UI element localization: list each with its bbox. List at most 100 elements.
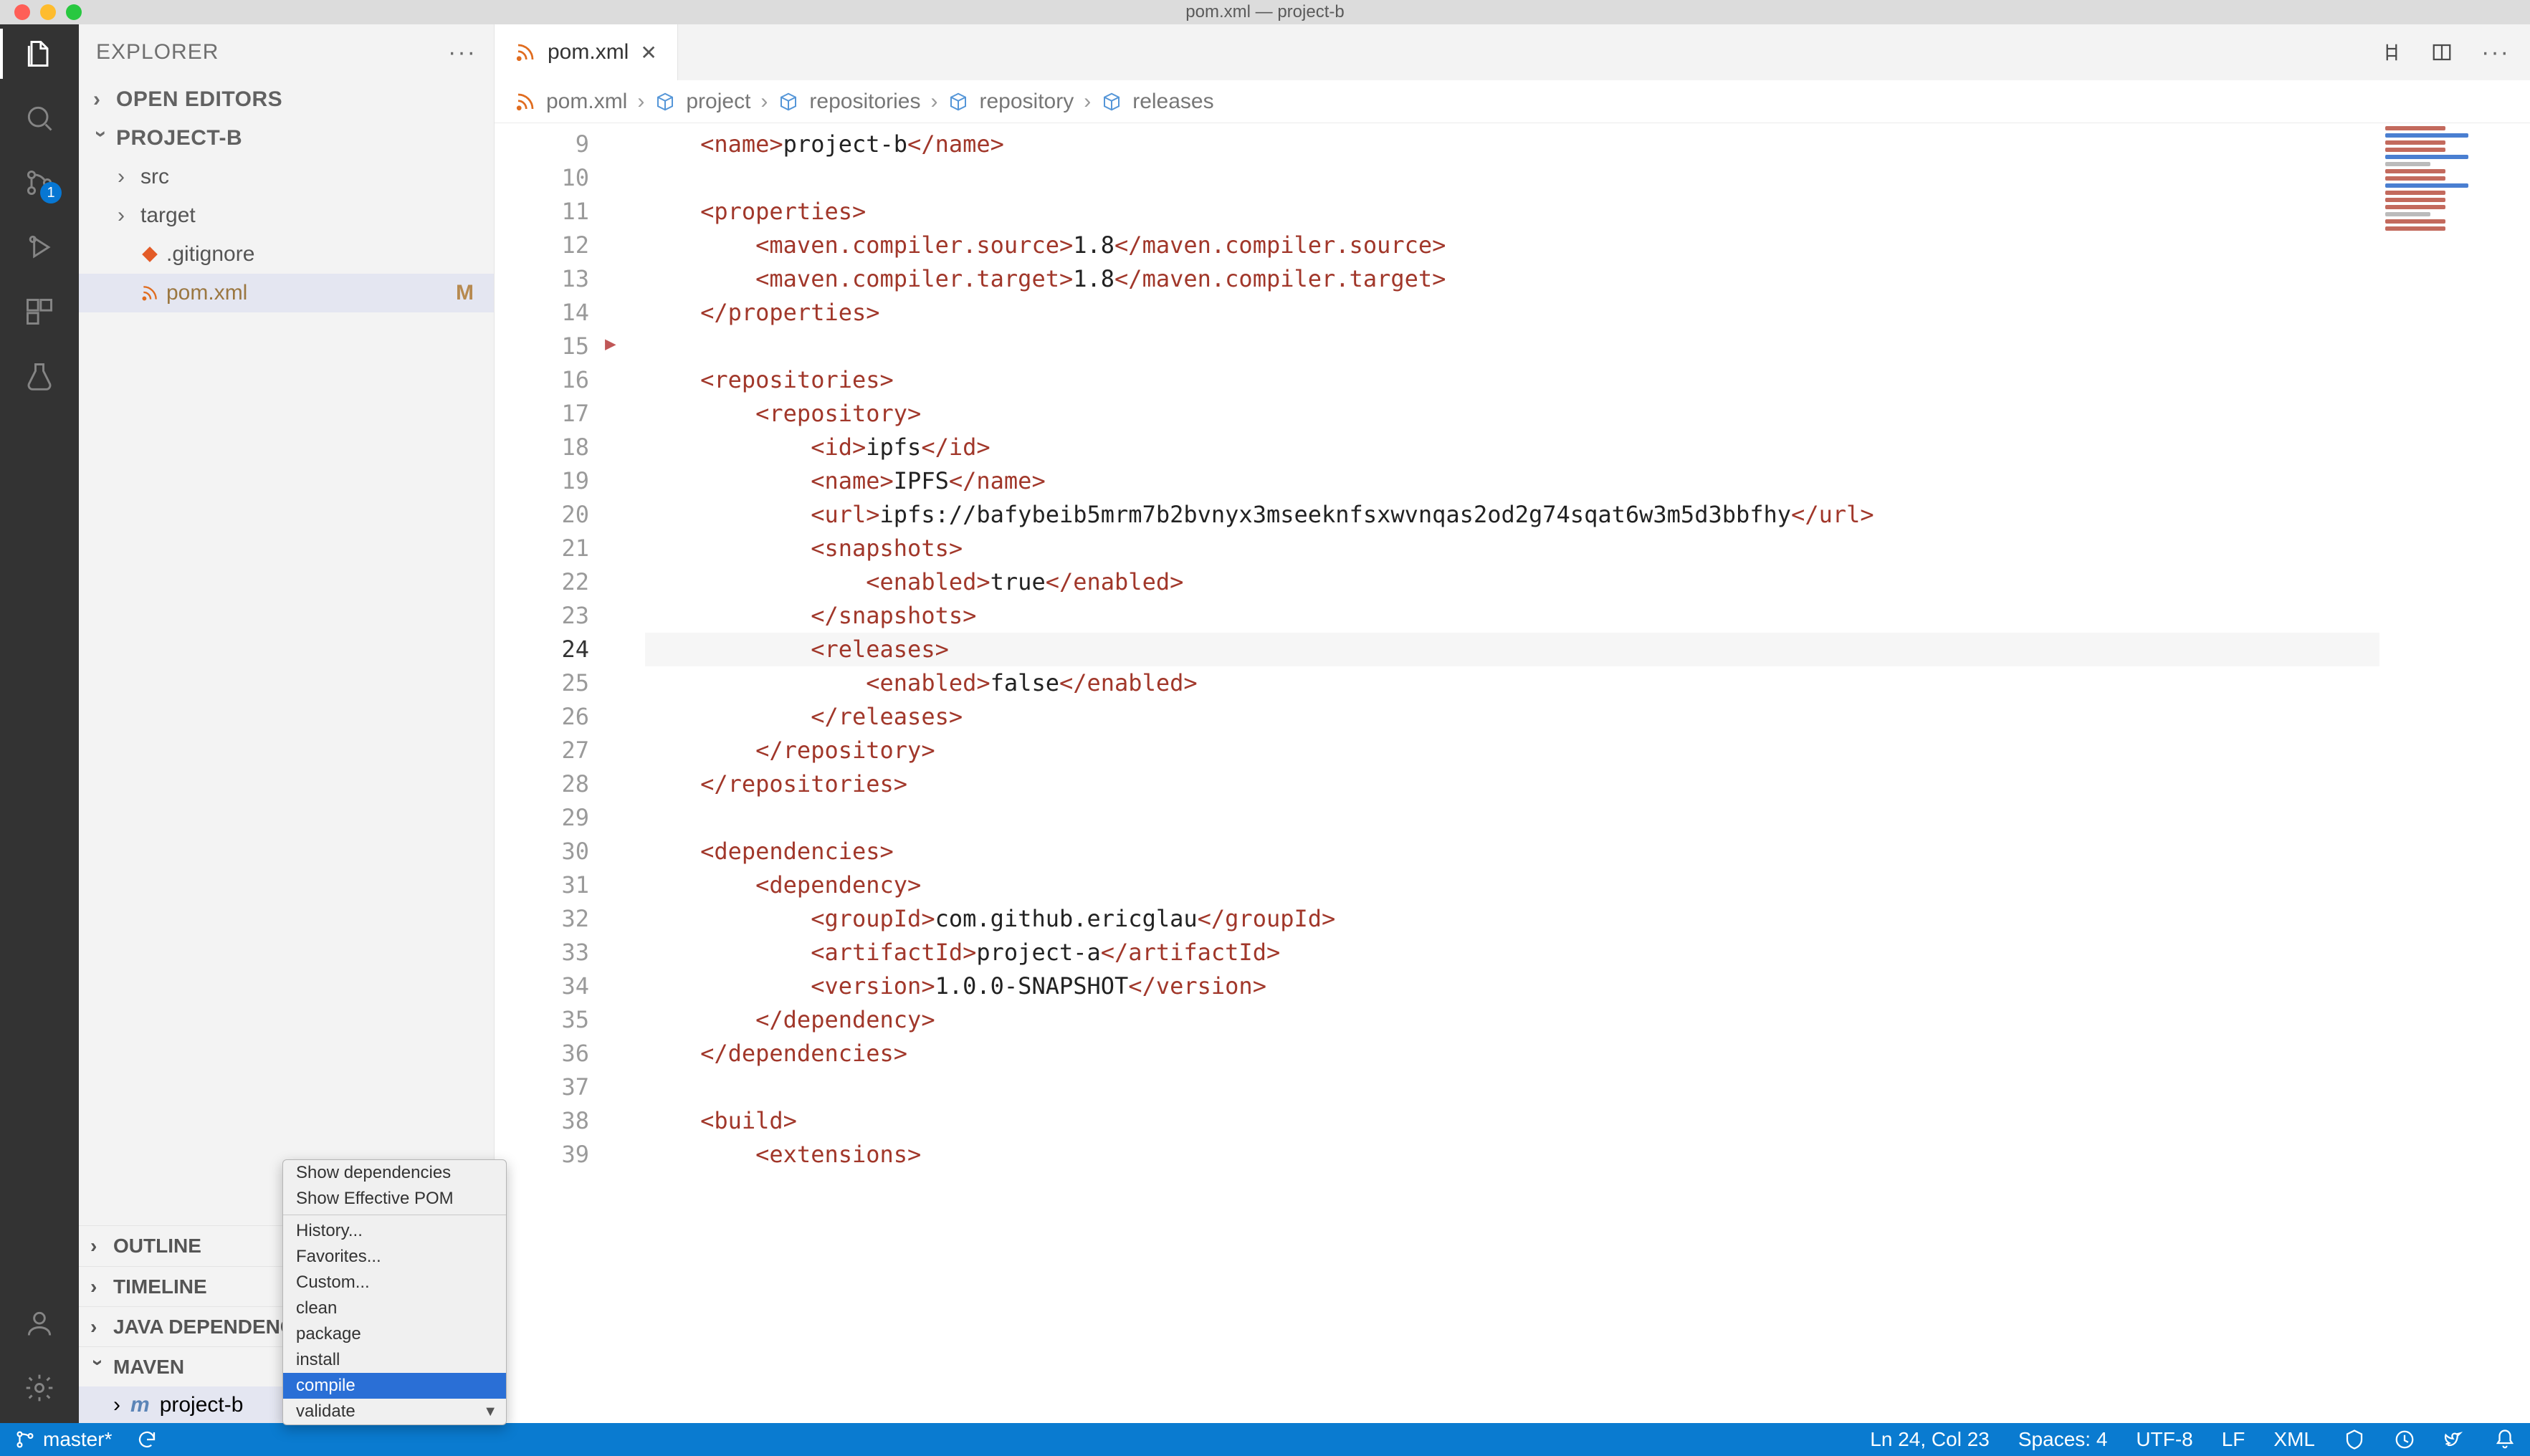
ctx-validate[interactable]: validate: [283, 1399, 506, 1424]
status-live-share-icon[interactable]: [2394, 1429, 2415, 1450]
xml-file-icon: [140, 284, 159, 302]
breadcrumb-item[interactable]: repositories: [809, 90, 920, 114]
activity-search-icon[interactable]: [22, 100, 57, 136]
symbol-icon: [654, 91, 676, 112]
folder-label: src: [140, 165, 169, 189]
xml-file-icon: [515, 91, 536, 112]
symbol-icon: [1101, 91, 1122, 112]
status-cursor-position[interactable]: Ln 24, Col 23: [1870, 1428, 1990, 1451]
activity-account-icon[interactable]: [22, 1306, 57, 1341]
status-encoding[interactable]: UTF-8: [2136, 1428, 2192, 1451]
breadcrumb-item[interactable]: releases: [1132, 90, 1213, 114]
chevron-right-icon: ›: [930, 90, 937, 114]
chevron-right-icon: ›: [118, 203, 133, 228]
timeline-label: TIMELINE: [113, 1275, 207, 1298]
gitignore-file-icon: [140, 245, 159, 264]
breadcrumb-file[interactable]: pom.xml: [546, 90, 627, 114]
git-modified-badge: M: [456, 281, 474, 305]
ctx-custom[interactable]: Custom...: [283, 1270, 506, 1295]
ctx-history[interactable]: History...: [283, 1218, 506, 1244]
ctx-show-effective-pom[interactable]: Show Effective POM: [283, 1186, 506, 1212]
minimap[interactable]: [2379, 123, 2530, 1423]
ctx-compile[interactable]: compile: [283, 1373, 506, 1399]
line-number-gutter: 9101112131415161718192021222324252627282…: [495, 123, 602, 1423]
breadcrumb[interactable]: pom.xml › project › repositories › repos…: [495, 80, 2530, 123]
maven-label: MAVEN: [113, 1356, 184, 1379]
status-tweet-icon[interactable]: [2444, 1429, 2465, 1450]
chevron-right-icon: ›: [90, 1235, 106, 1258]
code-lines[interactable]: <name>project-b</name> <properties> <mav…: [645, 123, 2530, 1423]
ctx-show-dependencies[interactable]: Show dependencies: [283, 1160, 506, 1186]
editor-tab-label: pom.xml: [548, 40, 629, 64]
chevron-right-icon: ›: [118, 165, 133, 189]
ctx-package[interactable]: package: [283, 1321, 506, 1347]
status-sync-icon[interactable]: [136, 1429, 158, 1450]
breadcrumb-item[interactable]: repository: [979, 90, 1074, 114]
activity-test-icon[interactable]: [22, 358, 57, 394]
fold-marker-icon: ▶: [605, 333, 616, 355]
code-editor[interactable]: 9101112131415161718192021222324252627282…: [495, 123, 2530, 1423]
editor-more-icon[interactable]: ···: [2481, 39, 2510, 67]
split-editor-icon[interactable]: [2431, 42, 2453, 63]
chevron-right-icon: ›: [760, 90, 768, 114]
file-label: .gitignore: [166, 242, 254, 267]
file-pom-xml[interactable]: › pom.xml M: [79, 274, 494, 312]
window-minimize-button[interactable]: [40, 4, 56, 20]
chevron-right-icon: ›: [93, 87, 109, 112]
activity-source-control-icon[interactable]: 1: [22, 165, 57, 201]
file-gitignore[interactable]: › .gitignore: [79, 235, 494, 274]
chevron-right-icon: ›: [90, 1316, 106, 1338]
scm-badge: 1: [40, 182, 62, 203]
window-title: pom.xml — project-b: [1185, 2, 1344, 22]
editor-tab-bar: pom.xml ✕ ···: [495, 24, 2530, 80]
status-feedback-icon[interactable]: [2344, 1429, 2365, 1450]
compare-changes-icon[interactable]: [2381, 42, 2402, 63]
chevron-down-icon: ›: [87, 1359, 110, 1375]
status-branch-label: master*: [43, 1428, 112, 1451]
status-indentation[interactable]: Spaces: 4: [2018, 1428, 2108, 1451]
maven-project-label: project-b: [160, 1393, 244, 1417]
macos-title-bar: pom.xml — project-b: [0, 0, 2530, 24]
chevron-down-icon: ›: [89, 130, 113, 146]
symbol-icon: [778, 91, 799, 112]
project-root-section[interactable]: › PROJECT-B: [79, 119, 494, 158]
ctx-install[interactable]: install: [283, 1347, 506, 1373]
open-editors-section[interactable]: › OPEN EDITORS: [79, 80, 494, 119]
open-editors-label: OPEN EDITORS: [116, 87, 282, 112]
fold-column: ▶: [602, 123, 645, 1423]
chevron-right-icon: ›: [1084, 90, 1091, 114]
chevron-right-icon: ›: [90, 1275, 106, 1298]
status-notifications-icon[interactable]: [2494, 1429, 2516, 1450]
folder-src[interactable]: › src: [79, 158, 494, 196]
activity-explorer-icon[interactable]: [22, 36, 57, 72]
ctx-clean[interactable]: clean: [283, 1295, 506, 1321]
ctx-favorites[interactable]: Favorites...: [283, 1244, 506, 1270]
file-label: pom.xml: [166, 281, 247, 305]
maven-context-menu: Show dependencies Show Effective POM His…: [282, 1159, 507, 1425]
explorer-title: EXPLORER: [96, 40, 219, 64]
outline-label: OUTLINE: [113, 1235, 201, 1258]
ctx-submenu-arrow-icon: ▼: [483, 1404, 497, 1420]
folder-target[interactable]: › target: [79, 196, 494, 235]
breadcrumb-item[interactable]: project: [686, 90, 750, 114]
xml-file-icon: [515, 42, 536, 63]
project-root-label: PROJECT-B: [116, 126, 242, 150]
chevron-right-icon: ›: [113, 1393, 120, 1417]
tab-close-icon[interactable]: ✕: [640, 41, 657, 64]
editor-tab-pom[interactable]: pom.xml ✕: [495, 24, 678, 80]
explorer-more-icon[interactable]: ···: [448, 39, 477, 67]
window-close-button[interactable]: [14, 4, 30, 20]
status-eol[interactable]: LF: [2222, 1428, 2245, 1451]
symbol-icon: [947, 91, 969, 112]
status-language[interactable]: XML: [2273, 1428, 2315, 1451]
status-branch[interactable]: master*: [14, 1428, 112, 1451]
activity-bar: 1: [0, 24, 79, 1423]
activity-settings-icon[interactable]: [22, 1370, 57, 1406]
activity-extensions-icon[interactable]: [22, 294, 57, 330]
window-zoom-button[interactable]: [66, 4, 82, 20]
editor-area: pom.xml ✕ ··· pom.xml › project ›: [495, 24, 2530, 1423]
status-bar: master* Ln 24, Col 23 Spaces: 4 UTF-8 LF…: [0, 1423, 2530, 1456]
activity-debug-icon[interactable]: [22, 229, 57, 265]
maven-project-icon: m: [130, 1393, 150, 1417]
folder-label: target: [140, 203, 196, 228]
